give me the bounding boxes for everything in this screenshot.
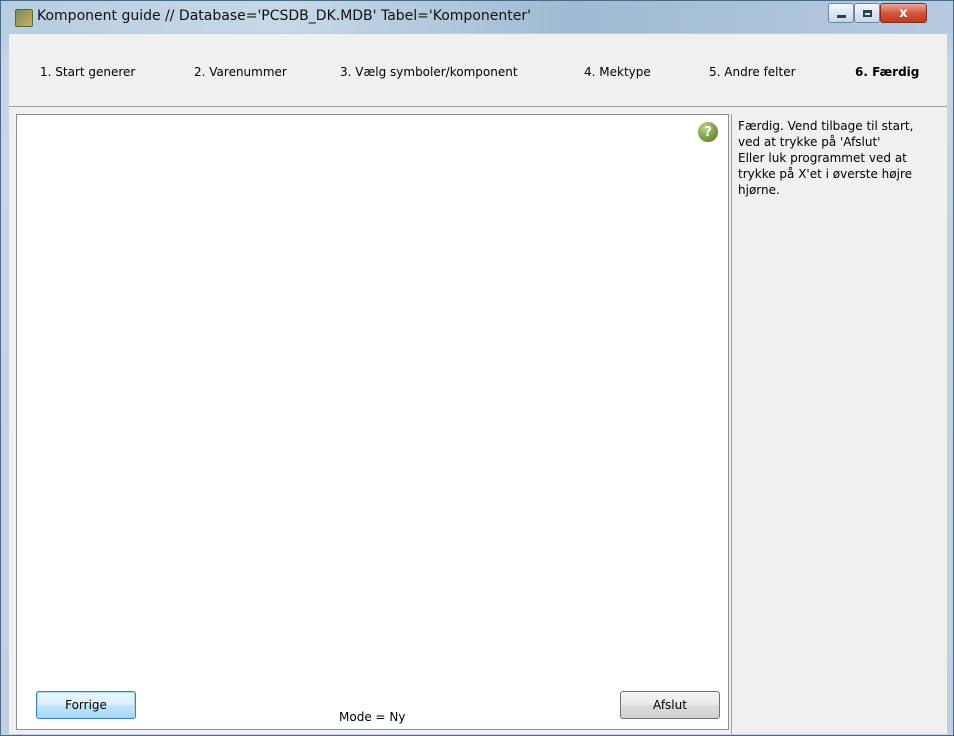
- help-text-line: ved at trykke på 'Afslut': [738, 135, 881, 149]
- help-panel: Færdig. Vend tilbage til start, ved at t…: [731, 114, 947, 734]
- previous-button[interactable]: Forrige: [36, 691, 136, 719]
- help-text-line: Eller luk programmet ved at: [738, 151, 907, 165]
- exit-button[interactable]: Afslut: [620, 691, 720, 719]
- maximize-button[interactable]: [854, 3, 880, 23]
- window-title: Komponent guide // Database='PCSDB_DK.MD…: [37, 8, 531, 24]
- minimize-button[interactable]: [828, 3, 854, 23]
- maximize-icon: [862, 9, 872, 17]
- help-icon[interactable]: ?: [698, 122, 718, 142]
- tab-start-generer[interactable]: 1. Start generer: [40, 65, 135, 79]
- tab-mektype[interactable]: 4. Mektype: [584, 65, 651, 79]
- client-area: 1. Start generer 2. Varenummer 3. Vælg s…: [9, 34, 947, 734]
- tab-faerdig[interactable]: 6. Færdig: [855, 65, 919, 79]
- app-icon: [15, 9, 33, 27]
- help-text-line: trykke på X'et i øverste højre: [738, 167, 913, 181]
- tab-andre-felter[interactable]: 5. Andre felter: [709, 65, 796, 79]
- help-text-line: hjørne.: [738, 183, 780, 197]
- content-panel: ?: [16, 114, 729, 730]
- mode-status: Mode = Ny: [339, 710, 406, 724]
- help-text-line: Færdig. Vend tilbage til start,: [738, 119, 914, 133]
- wizard-steps: 1. Start generer 2. Varenummer 3. Vælg s…: [9, 34, 947, 104]
- close-button[interactable]: x: [880, 3, 927, 23]
- close-icon: x: [899, 5, 908, 21]
- tab-divider: [9, 106, 947, 107]
- tab-varenummer[interactable]: 2. Varenummer: [194, 65, 287, 79]
- app-window: Komponent guide // Database='PCSDB_DK.MD…: [0, 0, 954, 736]
- title-bar[interactable]: Komponent guide // Database='PCSDB_DK.MD…: [1, 1, 953, 33]
- tab-vaelg-symboler[interactable]: 3. Vælg symboler/komponent: [340, 65, 518, 79]
- minimize-icon: [836, 14, 846, 18]
- help-icon-glyph: ?: [704, 124, 712, 140]
